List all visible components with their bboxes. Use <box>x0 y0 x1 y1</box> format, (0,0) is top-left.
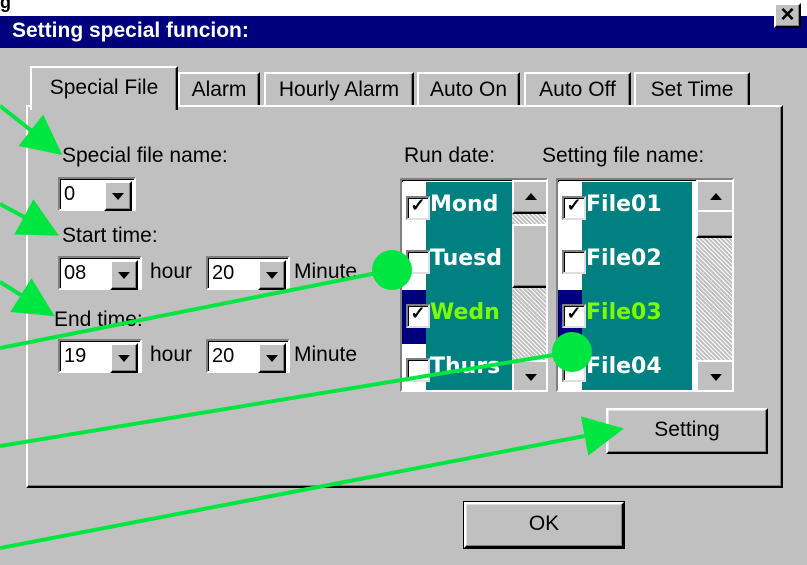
setting-file-list[interactable]: ✓ File01 File02 ✓ File03 File04 <box>556 178 734 392</box>
scroll-down-button[interactable] <box>512 360 546 390</box>
start-minute-dropdown-button[interactable] <box>258 260 286 290</box>
setting-file-text: File04 <box>586 354 662 379</box>
run-date-text: Tuesd <box>430 246 503 271</box>
setting-file-item[interactable]: ✓ File01 <box>558 182 692 236</box>
end-minute-unit-label: Minute <box>294 343 358 366</box>
special-file-name-value: 0 <box>64 183 76 205</box>
tab-set-time[interactable]: Set Time <box>634 72 750 108</box>
scroll-up-button[interactable] <box>512 180 546 214</box>
start-time-label: Start time: <box>62 224 158 247</box>
end-minute-dropdown-button[interactable] <box>258 343 286 373</box>
special-file-name-dropdown-button[interactable] <box>104 181 132 211</box>
run-date-item[interactable]: Thurs <box>402 344 512 390</box>
scroll-down-button[interactable] <box>696 360 732 390</box>
chevron-down-icon <box>118 355 130 362</box>
title-bar: Setting special funcion: <box>0 16 807 48</box>
start-hour-value: 08 <box>64 262 87 284</box>
end-hour-dropdown-button[interactable] <box>110 343 138 373</box>
tab-alarm[interactable]: Alarm <box>178 72 260 108</box>
tab-special-file[interactable]: Special File <box>30 66 178 110</box>
end-minute-value: 20 <box>212 345 235 367</box>
setting-file-item[interactable]: File04 <box>558 344 692 390</box>
start-hour-dropdown-button[interactable] <box>110 260 138 290</box>
run-date-text: Thurs <box>430 354 501 379</box>
end-hour-unit-label: hour <box>150 343 193 366</box>
run-date-checkbox[interactable] <box>406 358 430 382</box>
run-date-text: Mond <box>430 192 499 217</box>
setting-file-item[interactable]: File02 <box>558 236 692 290</box>
run-date-list[interactable]: ✓ Mond Tuesd ✓ Wedn Thurs <box>400 178 548 392</box>
scroll-up-button[interactable] <box>696 180 732 214</box>
end-minute-select[interactable]: 20 <box>206 339 290 373</box>
window-title: Setting special funcion: <box>12 19 249 42</box>
setting-file-text: File02 <box>586 246 662 271</box>
start-minute-select[interactable]: 20 <box>206 256 290 290</box>
setting-file-scrollbar[interactable] <box>696 180 732 390</box>
chevron-down-icon <box>266 355 278 362</box>
tab-auto-off[interactable]: Auto Off <box>524 72 631 108</box>
chevron-down-icon <box>266 272 278 279</box>
setting-file-checkbox[interactable] <box>562 250 586 274</box>
clipped-caption-text: g <box>0 0 11 12</box>
tab-hourly-alarm[interactable]: Hourly Alarm <box>264 72 414 108</box>
start-minute-unit-label: Minute <box>294 260 358 283</box>
run-date-checkbox[interactable]: ✓ <box>406 304 430 328</box>
run-date-scrollbar[interactable] <box>512 180 546 390</box>
arrow-down-icon <box>710 374 722 381</box>
chevron-down-icon <box>118 272 130 279</box>
end-hour-select[interactable]: 19 <box>58 339 142 373</box>
run-date-checkbox[interactable]: ✓ <box>406 196 430 220</box>
ok-button[interactable]: OK <box>463 501 625 549</box>
run-date-text: Wedn <box>430 300 500 325</box>
scroll-thumb[interactable] <box>696 210 732 238</box>
run-date-checkbox[interactable] <box>406 250 430 274</box>
run-date-item-selected[interactable]: ✓ Wedn <box>402 290 512 344</box>
close-button[interactable]: × <box>774 3 801 28</box>
arrow-up-icon <box>525 193 537 200</box>
setting-file-checkbox[interactable] <box>562 358 586 382</box>
setting-file-name-label: Setting file name: <box>542 144 705 167</box>
setting-file-text: File01 <box>586 192 662 217</box>
end-hour-value: 19 <box>64 345 87 367</box>
setting-file-checkbox[interactable]: ✓ <box>562 304 586 328</box>
setting-button[interactable]: Setting <box>606 408 768 454</box>
clipped-caption: g <box>0 0 807 16</box>
start-minute-value: 20 <box>212 262 235 284</box>
scroll-thumb[interactable] <box>512 224 546 288</box>
special-file-name-label: Special file name: <box>62 144 228 167</box>
arrow-down-icon <box>525 374 537 381</box>
run-date-label: Run date: <box>404 144 496 167</box>
tab-auto-on[interactable]: Auto On <box>417 72 520 108</box>
setting-file-checkbox[interactable]: ✓ <box>562 196 586 220</box>
special-file-name-select[interactable]: 0 <box>58 177 136 211</box>
start-hour-select[interactable]: 08 <box>58 256 142 290</box>
run-date-item[interactable]: Tuesd <box>402 236 512 290</box>
setting-file-text: File03 <box>586 300 662 325</box>
arrow-up-icon <box>710 193 722 200</box>
setting-file-item-selected[interactable]: ✓ File03 <box>558 290 692 344</box>
end-time-label: End time: <box>54 308 143 331</box>
run-date-item[interactable]: ✓ Mond <box>402 182 512 236</box>
start-hour-unit-label: hour <box>150 260 193 283</box>
chevron-down-icon <box>112 193 124 200</box>
